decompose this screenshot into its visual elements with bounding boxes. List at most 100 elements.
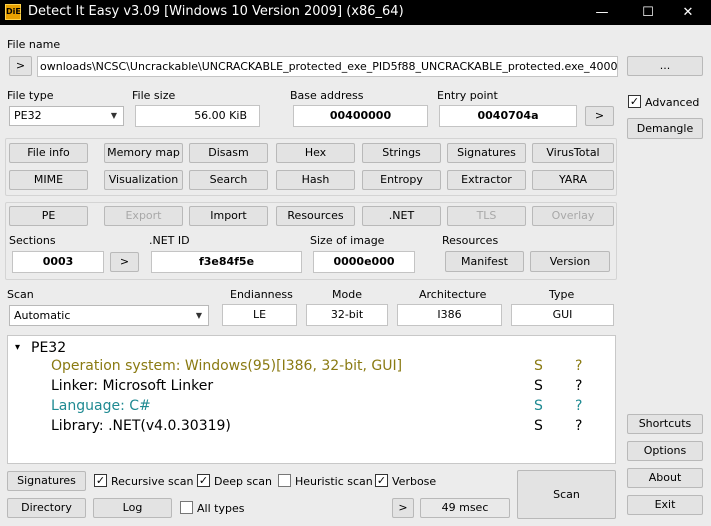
mode-label: Mode [332, 288, 362, 301]
tool-button-search[interactable]: Search [189, 170, 268, 190]
endianness-field: LE [222, 304, 297, 326]
net-id-label: .NET ID [149, 234, 190, 247]
version-button[interactable]: Version [530, 251, 610, 272]
result-info-link[interactable]: ? [575, 378, 582, 394]
result-item-text[interactable]: Language: C# [51, 398, 151, 414]
verbose-label: Verbose [392, 475, 437, 488]
file-path-field[interactable]: ownloads\NCSC\Uncrackable\UNCRACKABLE_pr… [37, 56, 618, 77]
architecture-label: Architecture [419, 288, 487, 301]
sections-button[interactable]: > [110, 252, 139, 272]
base-address-field: 00400000 [293, 105, 428, 127]
size-of-image-label: Size of image [310, 234, 385, 247]
scan-mode-select[interactable]: Automatic ▼ [9, 305, 209, 326]
tool-button-hex[interactable]: Hex [276, 143, 355, 163]
options-button[interactable]: Options [627, 441, 703, 461]
shortcuts-button[interactable]: Shortcuts [627, 414, 703, 434]
demangle-button[interactable]: Demangle [627, 118, 703, 139]
exit-button[interactable]: Exit [627, 495, 703, 515]
directory-button[interactable]: Directory [7, 498, 86, 518]
title-bar: DiE Detect It Easy v3.09 [Windows 10 Ver… [0, 0, 711, 25]
entry-point-field: 0040704a [439, 105, 577, 127]
overlay-button[interactable]: Overlay [532, 206, 614, 226]
tool-button-extractor[interactable]: Extractor [447, 170, 526, 190]
type-field: GUI [511, 304, 614, 326]
recursive-scan-checkbox[interactable]: ✓ [94, 474, 107, 487]
all-types-label: All types [197, 502, 245, 515]
sections-field: 0003 [12, 251, 104, 273]
type-label: Type [549, 288, 575, 301]
open-file-button[interactable]: > [9, 56, 32, 76]
base-address-label: Base address [290, 89, 364, 102]
advanced-checkbox[interactable]: ✓ [628, 95, 641, 108]
browse-button[interactable]: ... [627, 56, 703, 76]
file-type-select[interactable]: PE32 ▼ [9, 106, 124, 126]
close-button[interactable]: ✕ [665, 0, 711, 25]
tool-button-visualization[interactable]: Visualization [104, 170, 183, 190]
deep-scan-checkbox[interactable]: ✓ [197, 474, 210, 487]
heuristic-scan-label: Heuristic scan [295, 475, 373, 488]
net-button[interactable]: .NET [362, 206, 441, 226]
tool-button-strings[interactable]: Strings [362, 143, 441, 163]
result-info-link[interactable]: ? [575, 358, 582, 374]
scan-time-display: 49 msec [420, 498, 510, 518]
minimize-button[interactable]: — [579, 0, 625, 25]
file-type-label: File type [7, 89, 54, 102]
mode-field: 32-bit [306, 304, 388, 326]
deep-scan-label: Deep scan [214, 475, 272, 488]
about-button[interactable]: About [627, 468, 703, 488]
tool-button-memory-map[interactable]: Memory map [104, 143, 183, 163]
tool-button-signatures[interactable]: Signatures [447, 143, 526, 163]
tool-button-disasm[interactable]: Disasm [189, 143, 268, 163]
file-name-label: File name [7, 38, 61, 51]
signatures-bottom-button[interactable]: Signatures [7, 471, 86, 491]
window-title: Detect It Easy v3.09 [Windows 10 Version… [28, 4, 404, 19]
result-item-text[interactable]: Linker: Microsoft Linker [51, 378, 213, 394]
endianness-label: Endianness [230, 288, 293, 301]
tool-button-file-info[interactable]: File info [9, 143, 88, 163]
chevron-down-icon: ▼ [195, 311, 202, 320]
tool-button-entropy[interactable]: Entropy [362, 170, 441, 190]
all-types-checkbox[interactable] [180, 501, 193, 514]
result-item-text[interactable]: Library: .NET(v4.0.30319) [51, 418, 231, 434]
tls-button[interactable]: TLS [447, 206, 526, 226]
chevron-down-icon: ▼ [110, 111, 117, 120]
result-info-link[interactable]: ? [575, 418, 582, 434]
result-info-link[interactable]: ? [575, 398, 582, 414]
manifest-button[interactable]: Manifest [445, 251, 524, 272]
resources-label: Resources [442, 234, 499, 247]
scan-label: Scan [7, 288, 34, 301]
export-button[interactable]: Export [104, 206, 183, 226]
tool-button-virustotal[interactable]: VirusTotal [532, 143, 614, 163]
app-icon: DiE [5, 4, 21, 20]
result-signature-link[interactable]: S [534, 418, 543, 434]
result-signature-link[interactable]: S [534, 398, 543, 414]
sections-label: Sections [9, 234, 56, 247]
log-button[interactable]: Log [93, 498, 172, 518]
heuristic-scan-checkbox[interactable] [278, 474, 291, 487]
tool-button-mime[interactable]: MIME [9, 170, 88, 190]
scan-button[interactable]: Scan [517, 470, 616, 519]
recursive-scan-label: Recursive scan [111, 475, 194, 488]
tool-button-yara[interactable]: YARA [532, 170, 614, 190]
file-size-field: 56.00 KiB [135, 105, 260, 127]
expand-arrow-icon[interactable]: ▾ [15, 342, 20, 353]
result-signature-link[interactable]: S [534, 378, 543, 394]
file-type-value: PE32 [14, 109, 42, 122]
advanced-label: Advanced [645, 96, 700, 109]
net-id-field: f3e84f5e [151, 251, 302, 273]
import-button[interactable]: Import [189, 206, 268, 226]
results-root[interactable]: PE32 [31, 340, 66, 356]
scan-mode-value: Automatic [14, 309, 71, 322]
size-of-image-field: 0000e000 [313, 251, 415, 273]
result-signature-link[interactable]: S [534, 358, 543, 374]
verbose-checkbox[interactable]: ✓ [375, 474, 388, 487]
entry-point-label: Entry point [437, 89, 498, 102]
file-size-label: File size [132, 89, 176, 102]
resources-button[interactable]: Resources [276, 206, 355, 226]
pe-button[interactable]: PE [9, 206, 88, 226]
entry-point-button[interactable]: > [585, 106, 614, 126]
tool-button-hash[interactable]: Hash [276, 170, 355, 190]
result-item-text[interactable]: Operation system: Windows(95)[I386, 32-b… [51, 358, 402, 374]
more-button[interactable]: > [392, 498, 414, 518]
results-panel[interactable]: ▾ PE32 Operation system: Windows(95)[I38… [7, 335, 616, 464]
